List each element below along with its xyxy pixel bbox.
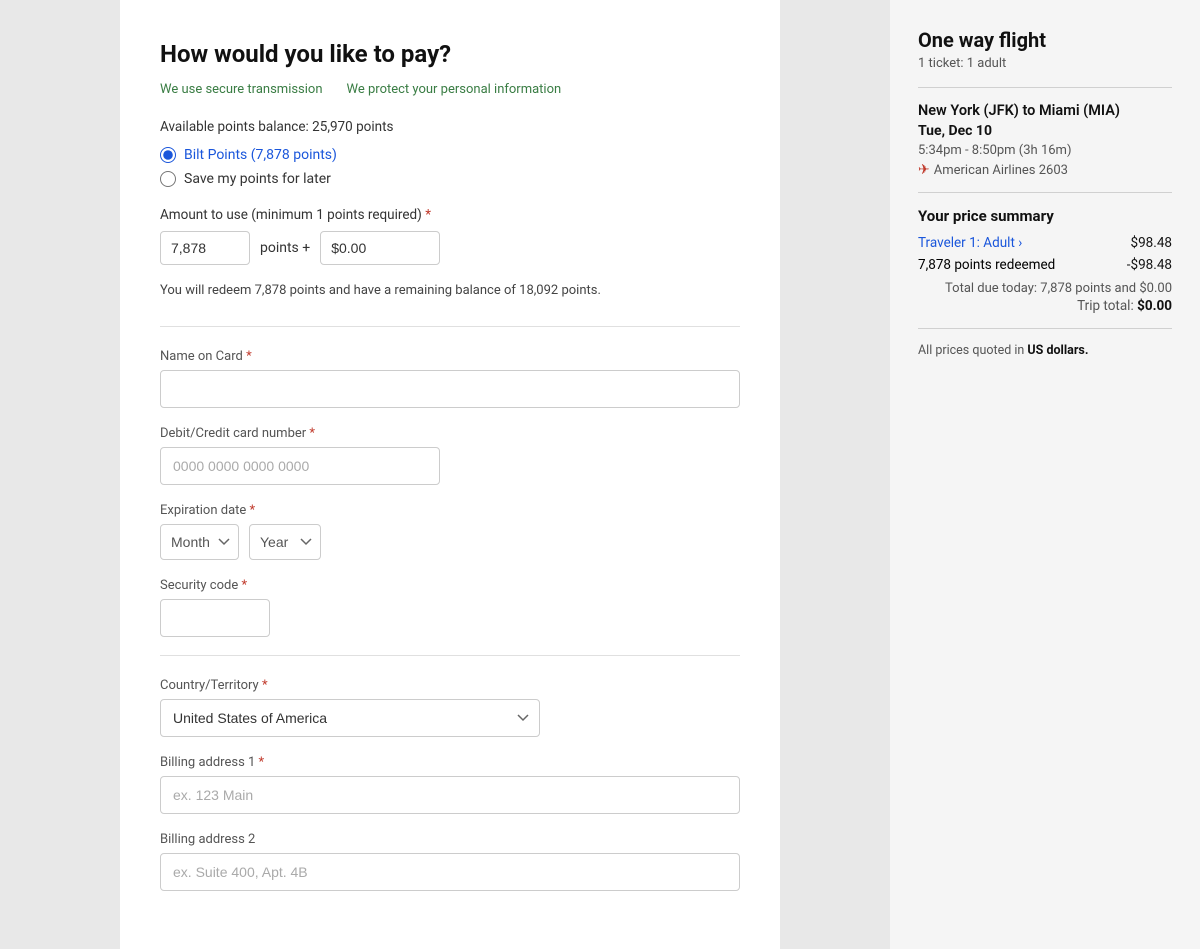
ticket-info: 1 ticket: 1 adult xyxy=(918,56,1172,71)
card-required-marker: * xyxy=(309,426,315,441)
route-airline: ✈ American Airlines 2603 xyxy=(918,162,1172,178)
expiration-label: Expiration date * xyxy=(160,503,740,518)
card-number-input[interactable] xyxy=(160,447,440,485)
traveler-label-link[interactable]: Traveler 1: Adult › xyxy=(918,235,1022,251)
redeem-note: You will redeem 7,878 points and have a … xyxy=(160,283,740,298)
name-on-card-group: Name on Card * xyxy=(160,349,740,408)
route-title: New York (JFK) to Miami (MIA) xyxy=(918,102,1172,119)
country-group: Country/Territory * United States of Ame… xyxy=(160,678,740,737)
secure-links-row: We use secure transmission We protect yo… xyxy=(160,82,740,97)
card-number-group: Debit/Credit card number * xyxy=(160,426,740,485)
billing-address-1-input[interactable] xyxy=(160,776,740,814)
total-due-row: Total due today: 7,878 points and $0.00 xyxy=(918,281,1172,296)
panel-divider-1 xyxy=(918,87,1172,88)
billing-address-1-group: Billing address 1 * xyxy=(160,755,740,814)
security-code-group: Security code * xyxy=(160,578,740,637)
billing1-required-marker: * xyxy=(259,755,265,770)
bilt-points-radio[interactable] xyxy=(160,147,176,163)
trip-total-row: Trip total: $0.00 xyxy=(918,298,1172,314)
trip-total-amount: $0.00 xyxy=(1137,298,1172,314)
security-code-input[interactable] xyxy=(160,599,270,637)
section-divider-2 xyxy=(160,655,740,656)
billing-address-2-label: Billing address 2 xyxy=(160,832,740,847)
price-summary-title: Your price summary xyxy=(918,207,1172,225)
save-points-radio-label[interactable]: Save my points for later xyxy=(160,171,740,187)
save-points-radio[interactable] xyxy=(160,171,176,187)
amount-group: Amount to use (minimum 1 points required… xyxy=(160,207,740,265)
amount-row: points + xyxy=(160,231,740,265)
flight-type-title: One way flight xyxy=(918,28,1172,52)
amount-required-marker: * xyxy=(425,207,431,223)
country-select[interactable]: United States of America Canada United K… xyxy=(160,699,540,737)
name-required-marker: * xyxy=(246,349,252,364)
expiration-required-marker: * xyxy=(250,503,256,518)
card-number-label: Debit/Credit card number * xyxy=(160,426,740,441)
expiry-row: Month 01020304 05060708 09101112 Year 20… xyxy=(160,524,740,560)
panel-divider-3 xyxy=(918,328,1172,329)
points-radio-group: Bilt Points (7,878 points) Save my point… xyxy=(160,147,740,187)
route-time: 5:34pm - 8:50pm (3h 16m) xyxy=(918,143,1172,158)
name-on-card-input[interactable] xyxy=(160,370,740,408)
amount-label: Amount to use (minimum 1 points required… xyxy=(160,207,740,223)
points-plus-label: points + xyxy=(260,240,310,256)
right-panel: One way flight 1 ticket: 1 adult New Yor… xyxy=(890,0,1200,949)
route-date: Tue, Dec 10 xyxy=(918,123,1172,139)
airline-icon: ✈ xyxy=(918,162,930,178)
traveler-price-row: Traveler 1: Adult › $98.48 xyxy=(918,235,1172,251)
month-select[interactable]: Month 01020304 05060708 09101112 xyxy=(160,524,239,560)
name-on-card-label: Name on Card * xyxy=(160,349,740,364)
base-price: $98.48 xyxy=(1131,235,1173,251)
year-select[interactable]: Year 2024202520262027 202820292030 xyxy=(249,524,321,560)
points-redeemed-label: 7,878 points redeemed xyxy=(918,257,1055,273)
points-discount-amount: -$98.48 xyxy=(1127,257,1172,273)
amount-input[interactable] xyxy=(160,231,250,265)
billing-address-1-label: Billing address 1 * xyxy=(160,755,740,770)
bilt-points-label: Bilt Points (7,878 points) xyxy=(184,147,337,163)
country-required-marker: * xyxy=(262,678,268,693)
page-title: How would you like to pay? xyxy=(160,40,740,68)
bilt-points-radio-label[interactable]: Bilt Points (7,878 points) xyxy=(160,147,740,163)
points-balance-text: Available points balance: 25,970 points xyxy=(160,119,740,135)
personal-info-link[interactable]: We protect your personal information xyxy=(347,82,562,97)
usd-note: All prices quoted in US dollars. xyxy=(918,343,1172,358)
usd-bold: US dollars. xyxy=(1027,343,1088,358)
dollar-input[interactable] xyxy=(320,231,440,265)
security-required-marker: * xyxy=(241,578,247,593)
secure-transmission-link[interactable]: We use secure transmission xyxy=(160,82,323,97)
billing-address-2-input[interactable] xyxy=(160,853,740,891)
panel-divider-2 xyxy=(918,192,1172,193)
security-code-label: Security code * xyxy=(160,578,740,593)
billing-address-2-group: Billing address 2 xyxy=(160,832,740,891)
country-label: Country/Territory * xyxy=(160,678,740,693)
section-divider xyxy=(160,326,740,327)
points-redeemed-row: 7,878 points redeemed -$98.48 xyxy=(918,257,1172,273)
expiration-group: Expiration date * Month 01020304 0506070… xyxy=(160,503,740,560)
save-points-label: Save my points for later xyxy=(184,171,331,187)
